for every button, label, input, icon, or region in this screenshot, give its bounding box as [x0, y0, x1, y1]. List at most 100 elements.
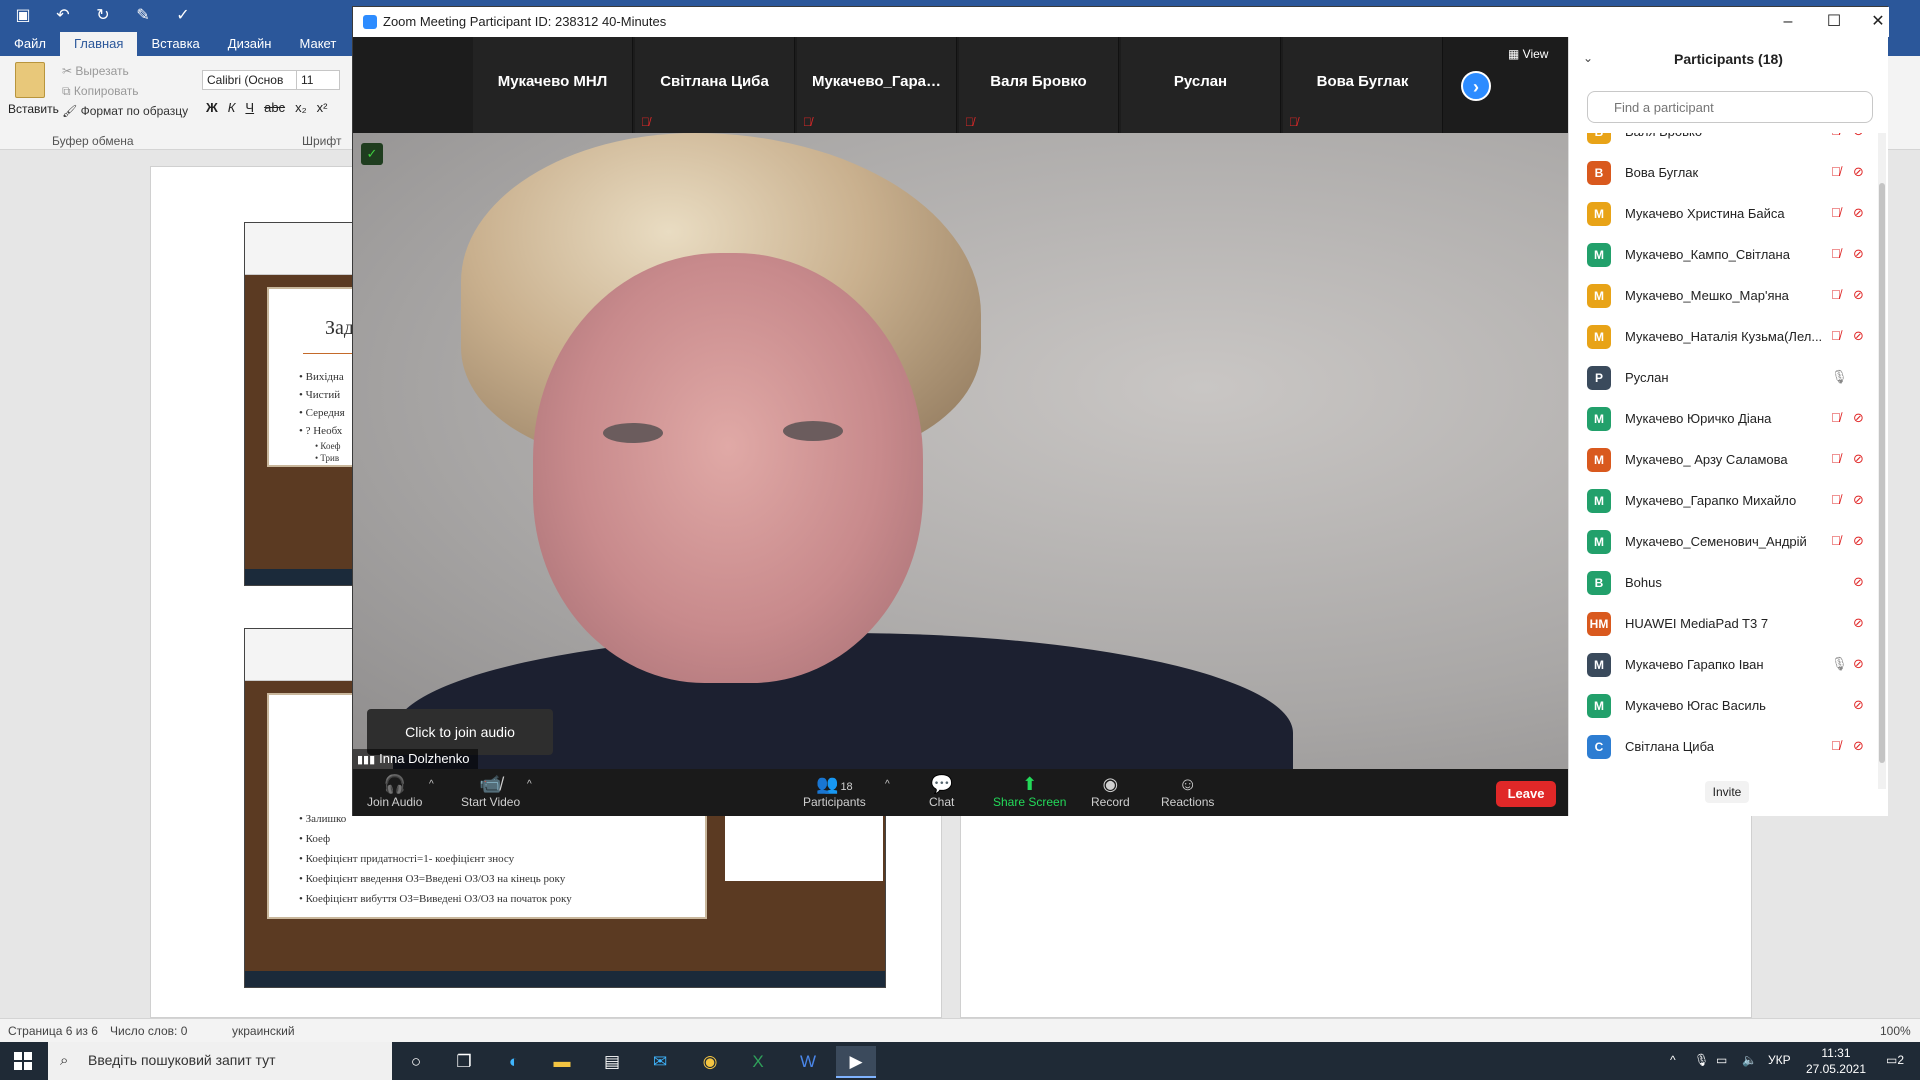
thumbnail-tile[interactable]: Вова Буглак 🎙̸: [1283, 37, 1443, 133]
redo-icon[interactable]: ↻: [90, 4, 116, 28]
share-screen-button[interactable]: ⬆ Share Screen: [993, 773, 1066, 809]
participant-row[interactable]: М Мукачево Гарапко Іван 🎙 ⊘: [1569, 644, 1877, 685]
windows-start-icon[interactable]: [14, 1052, 32, 1070]
participant-name: HUAWEI MediaPad T3 7: [1625, 616, 1769, 631]
record-icon: ◉: [1102, 774, 1119, 794]
maximize-icon[interactable]: ☐: [1819, 11, 1849, 33]
mail-icon[interactable]: ✉: [640, 1046, 680, 1078]
thumbnail-tile[interactable]: Валя Бровко 🎙̸: [959, 37, 1119, 133]
edge-icon[interactable]: ◐: [494, 1046, 534, 1078]
taskbar-search-input[interactable]: Введіть пошуковий запит тут: [48, 1042, 392, 1080]
store-icon[interactable]: ▤: [592, 1046, 632, 1078]
edit-icon[interactable]: ✎: [130, 4, 156, 28]
language-indicator[interactable]: украинский: [232, 1024, 295, 1038]
network-icon[interactable]: ▭: [1716, 1053, 1727, 1067]
invite-button[interactable]: Invite: [1705, 781, 1749, 803]
zoom-level[interactable]: 100%: [1880, 1024, 1911, 1038]
participant-name: Мукачево_ Арзу Саламова: [1625, 452, 1788, 467]
chevron-up-icon[interactable]: ^: [429, 779, 434, 790]
word-count[interactable]: Число слов: 0: [110, 1024, 187, 1038]
cortana-icon[interactable]: ○: [396, 1046, 436, 1078]
participant-row[interactable]: М Мукачево Юричко Діана 🎙̸ ⊘: [1569, 398, 1877, 439]
view-button[interactable]: ▦ View: [1508, 47, 1548, 61]
thumbnail-tile[interactable]: Світлана Циба 🎙̸: [635, 37, 795, 133]
mic-muted-icon: 🎙̸: [1831, 410, 1841, 425]
paste-button[interactable]: Вставить: [8, 62, 59, 116]
participant-row[interactable]: М Мукачево_Семенович_Андрій 🎙̸ ⊘: [1569, 521, 1877, 562]
start-video-label: Start Video: [461, 795, 521, 809]
microphone-icon[interactable]: 🎙: [1694, 1053, 1709, 1067]
tab-insert[interactable]: Вставка: [137, 32, 213, 56]
subscript-button[interactable]: x₂: [295, 100, 307, 115]
bold-button[interactable]: Ж: [206, 100, 218, 115]
participant-row[interactable]: М Мукачево Югас Василь ⊘: [1569, 685, 1877, 726]
chevron-right-icon[interactable]: ›: [1461, 71, 1491, 101]
video-off-icon: ⊘: [1853, 328, 1864, 343]
strikethrough-button[interactable]: abc: [264, 100, 285, 115]
participant-row[interactable]: B Bohus ⊘: [1569, 562, 1877, 603]
participant-row[interactable]: М Мукачево_Наталія Кузьма(Лел... 🎙̸ ⊘: [1569, 316, 1877, 357]
spellcheck-icon[interactable]: ✓: [170, 4, 196, 28]
participant-row[interactable]: В Вова Буглак 🎙̸ ⊘: [1569, 152, 1877, 193]
participant-row[interactable]: М Мукачево_ Арзу Саламова 🎙̸ ⊘: [1569, 439, 1877, 480]
word-icon[interactable]: W: [788, 1046, 828, 1078]
participant-row[interactable]: Р Руслан 🎙: [1569, 357, 1877, 398]
chat-button[interactable]: 💬 Chat: [929, 773, 954, 809]
chrome-icon[interactable]: ◉: [690, 1046, 730, 1078]
task-view-icon[interactable]: ❐: [444, 1046, 484, 1078]
shield-icon[interactable]: ✓: [361, 143, 383, 165]
undo-icon[interactable]: ↶: [50, 4, 76, 28]
chevron-up-icon[interactable]: ^: [527, 779, 532, 790]
tab-home[interactable]: Главная: [59, 32, 138, 56]
mic-muted-icon: 🎙̸: [641, 115, 650, 129]
video-off-icon: 📹̸: [479, 774, 502, 794]
participant-row[interactable]: М Мукачево Христина Байса 🎙̸ ⊘: [1569, 193, 1877, 234]
zoom-app-icon[interactable]: ▶: [836, 1046, 876, 1078]
chevron-up-icon[interactable]: ^: [885, 779, 890, 790]
underline-button[interactable]: Ч: [245, 100, 254, 115]
file-explorer-icon[interactable]: ▬: [542, 1046, 582, 1078]
participant-name: Мукачево Юричко Діана: [1625, 411, 1772, 426]
cut-button[interactable]: ✂ Вырезать: [62, 64, 129, 78]
page-count[interactable]: Страница 6 из 6: [8, 1024, 98, 1038]
close-icon[interactable]: ✕: [1863, 11, 1893, 33]
italic-button[interactable]: К: [228, 100, 236, 115]
scrollbar-thumb[interactable]: [1879, 183, 1885, 763]
tab-design[interactable]: Дизайн: [214, 32, 286, 56]
minimize-icon[interactable]: –: [1773, 11, 1803, 33]
participant-name: Мукачево Христина Байса: [1625, 206, 1785, 221]
participant-row[interactable]: М Мукачево_Гарапко Михайло 🎙̸ ⊘: [1569, 480, 1877, 521]
volume-icon[interactable]: 🔈: [1742, 1053, 1757, 1067]
video-off-icon: ⊘: [1853, 246, 1864, 261]
excel-icon[interactable]: X: [738, 1046, 778, 1078]
participant-row[interactable]: В Валя Бровко 🎙̸ ⊘: [1569, 133, 1877, 152]
format-painter-button[interactable]: 🖌 Формат по образцу: [62, 104, 188, 118]
chevron-up-icon[interactable]: ^: [1670, 1053, 1676, 1067]
thumbnail-tile[interactable]: Руслан: [1121, 37, 1281, 133]
notifications-icon[interactable]: ▭2: [1886, 1053, 1904, 1067]
participant-search-input[interactable]: [1587, 91, 1873, 123]
tab-layout[interactable]: Макет: [285, 32, 350, 56]
leave-button[interactable]: Leave: [1496, 781, 1556, 807]
participant-row[interactable]: HM HUAWEI MediaPad T3 7 ⊘: [1569, 603, 1877, 644]
participant-row[interactable]: М Мукачево_Мешко_Мар'яна 🎙̸ ⊘: [1569, 275, 1877, 316]
clock[interactable]: 11:31 27.05.2021: [1806, 1045, 1866, 1077]
participant-row[interactable]: С Світлана Циба 🎙̸ ⊘: [1569, 726, 1877, 767]
font-name-select[interactable]: Calibri (Основ: [202, 70, 298, 90]
record-button[interactable]: ◉ Record: [1091, 773, 1130, 809]
superscript-button[interactable]: x²: [317, 100, 328, 115]
font-size-select[interactable]: 11: [296, 70, 340, 90]
participant-row[interactable]: М Мукачево_Кампо_Світлана 🎙̸ ⊘: [1569, 234, 1877, 275]
save-icon[interactable]: ▣: [10, 4, 36, 28]
language-indicator[interactable]: УКР: [1768, 1053, 1791, 1067]
participant-list-scrollbar[interactable]: [1878, 133, 1886, 789]
participants-button[interactable]: 👥 18 Participants: [803, 773, 866, 809]
thumbnail-name: Світлана Циба: [660, 73, 769, 90]
tab-file[interactable]: Файл: [0, 32, 60, 56]
copy-button[interactable]: ⧉ Копировать: [62, 84, 139, 99]
join-audio-button[interactable]: 🎧 Join Audio: [367, 773, 422, 809]
thumbnail-tile[interactable]: Мукачево МНЛ: [473, 37, 633, 133]
reactions-button[interactable]: ☺ Reactions: [1161, 773, 1214, 809]
start-video-button[interactable]: 📹̸ Start Video: [461, 773, 520, 809]
thumbnail-tile[interactable]: Мукачево_Гара… 🎙̸: [797, 37, 957, 133]
